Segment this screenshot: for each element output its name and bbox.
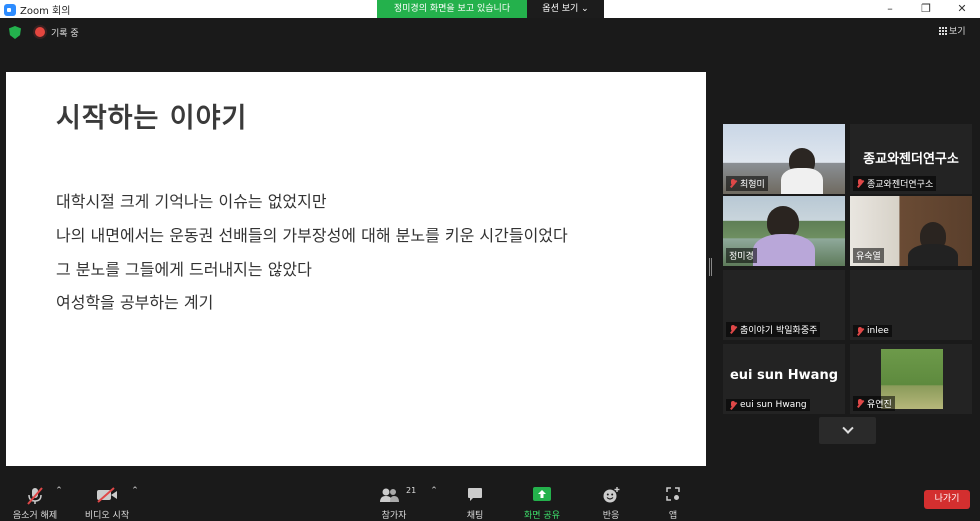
participant-tile[interactable]: 춤이야기 박일화중주	[723, 270, 845, 340]
participant-body	[753, 234, 815, 266]
zoom-logo-icon	[4, 3, 16, 16]
participants-icon	[380, 488, 399, 502]
start-video-label: 비디오 시작	[84, 511, 130, 521]
audio-options-caret[interactable]: ⌃	[54, 486, 64, 496]
view-options-button[interactable]: 옵션 보기 ⌄	[527, 0, 604, 18]
window-titlebar: Zoom 회의 정미경의 화면을 보고 있습니다 옵션 보기 ⌄ – ❐ ✕	[0, 0, 980, 18]
slide-line: 나의 내면에서는 운동권 선배들의 가부장성에 대해 분노를 키운 시간들이었다	[56, 226, 568, 245]
close-button[interactable]: ✕	[944, 0, 980, 18]
participant-tile[interactable]: 최형미	[723, 124, 845, 194]
participants-button[interactable]: 21 참가자	[372, 482, 417, 521]
share-screen-button[interactable]: 화면 공유	[518, 482, 566, 521]
view-label: 보기	[949, 27, 966, 37]
mic-muted-icon	[729, 325, 737, 334]
share-screen-label: 화면 공유	[524, 511, 560, 521]
recording-label: 기록 중	[51, 29, 79, 39]
window-title: Zoom 회의	[20, 6, 71, 17]
slide-line: 그 분노를 그들에게 드러내지는 않았다	[56, 260, 312, 279]
participant-tile[interactable]: 종교와젠더연구소 종교와젠더연구소	[850, 124, 972, 194]
participant-name-label: 춤이야기 박일화중주	[726, 322, 821, 337]
participant-tile[interactable]: 유숙열	[850, 196, 972, 266]
apps-button[interactable]: 앱	[658, 482, 688, 521]
participant-display-name: eui sun Hwang	[729, 368, 839, 383]
share-screen-icon	[533, 487, 551, 501]
participant-name-label: 유연진	[853, 396, 895, 411]
participant-name-label: eui sun Hwang	[726, 399, 810, 411]
participant-name: 유숙열	[856, 252, 881, 262]
view-button[interactable]: 보기	[939, 24, 966, 37]
app-title: Zoom 회의	[4, 2, 70, 17]
apps-label: 앱	[668, 511, 678, 521]
minimize-button[interactable]: –	[872, 0, 908, 18]
reactions-button[interactable]: 반응	[592, 482, 630, 521]
participant-name-label: 종교와젠더연구소	[853, 176, 937, 191]
shared-screen: 시작하는 이야기 대학시절 크게 기억나는 이슈는 없었지만 나의 내면에서는 …	[6, 72, 706, 466]
security-shield-icon[interactable]	[9, 26, 21, 39]
mic-muted-icon	[729, 179, 737, 188]
leave-meeting-button[interactable]: 나가기	[924, 490, 970, 509]
participant-name: eui sun Hwang	[740, 400, 807, 410]
participants-options-caret[interactable]: ⌃	[429, 486, 439, 496]
chat-label: 채팅	[466, 511, 484, 521]
participant-name-label: 최형미	[726, 176, 768, 191]
video-options-caret[interactable]: ⌃	[130, 486, 140, 496]
participant-body	[908, 244, 958, 266]
mic-muted-icon	[856, 399, 864, 408]
share-banner-message: 정미경의 화면을 보고 있습니다	[377, 0, 527, 18]
screen-share-banner: 정미경의 화면을 보고 있습니다 옵션 보기 ⌄	[377, 0, 604, 18]
participant-name: 정미경	[729, 252, 754, 262]
participant-display-name: 종교와젠더연구소	[863, 152, 959, 167]
unmute-label: 음소거 해제	[12, 511, 58, 521]
meeting-top-strip: 기록 중 보기	[0, 18, 980, 46]
participant-name: 종교와젠더연구소	[867, 180, 934, 190]
participants-label: 참가자	[381, 511, 407, 521]
participant-tile[interactable]: 유연진	[850, 344, 972, 414]
chat-icon	[468, 488, 482, 501]
grid-icon	[939, 26, 947, 35]
reactions-emoji-icon	[603, 487, 620, 503]
participant-tile[interactable]: inlee	[850, 270, 972, 340]
slide-title: 시작하는 이야기	[56, 103, 248, 134]
video-off-icon	[97, 487, 117, 503]
participant-name: 최형미	[740, 180, 765, 190]
gallery-next-page-button[interactable]	[819, 417, 876, 444]
participant-tile-active-speaker[interactable]: 정미경	[723, 196, 845, 266]
mic-muted-icon	[856, 326, 864, 336]
chat-button[interactable]: 채팅	[456, 482, 494, 521]
panel-resize-handle[interactable]	[709, 258, 712, 276]
participant-tile[interactable]: eui sun Hwang eui sun Hwang	[723, 344, 845, 414]
mic-muted-icon	[856, 179, 864, 188]
start-video-button[interactable]: 비디오 시작	[80, 482, 134, 521]
apps-icon	[666, 487, 680, 501]
maximize-button[interactable]: ❐	[908, 0, 944, 18]
slide-line: 여성학을 공부하는 계기	[56, 293, 214, 312]
slide-line: 대학시절 크게 기억나는 이슈는 없었지만	[56, 192, 327, 211]
participants-count: 21	[406, 486, 417, 495]
participant-body	[781, 168, 823, 194]
participant-name-label: inlee	[853, 325, 892, 337]
participant-name: 춤이야기 박일화중주	[740, 326, 818, 336]
participant-name-label: 유숙열	[853, 248, 884, 263]
mic-muted-icon	[729, 400, 737, 410]
participant-name: inlee	[867, 326, 889, 336]
participant-name-label: 정미경	[726, 248, 757, 263]
mic-muted-icon	[27, 487, 43, 505]
reactions-label: 반응	[602, 511, 620, 521]
participant-name: 유연진	[867, 400, 892, 410]
meeting-toolbar: 음소거 해제 ⌃ 비디오 시작 ⌃ 21 참가자 ⌃ 채팅 화면 공유 반응 앱	[0, 478, 980, 521]
chevron-down-icon	[841, 422, 854, 434]
recording-dot-icon	[35, 27, 45, 37]
